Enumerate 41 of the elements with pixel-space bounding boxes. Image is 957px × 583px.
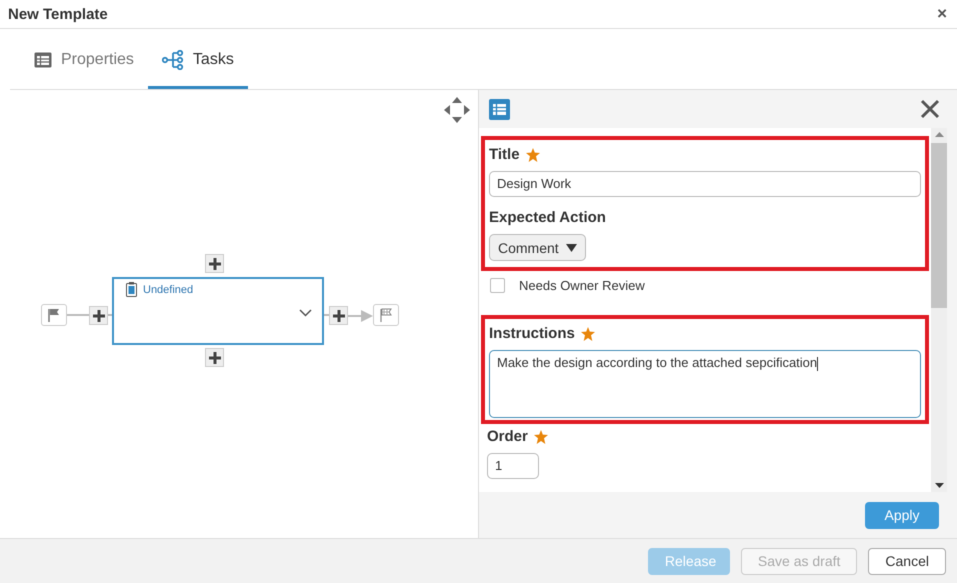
add-button[interactable]: [89, 306, 108, 325]
plus-icon: [208, 258, 220, 270]
task-label: Undefined: [143, 284, 194, 296]
end-node[interactable]: [373, 304, 399, 326]
add-button[interactable]: [205, 254, 224, 273]
task-node[interactable]: Undefined: [112, 277, 324, 345]
field-label: Expected Action: [489, 209, 606, 226]
scrollbar[interactable]: [931, 128, 947, 492]
scroll-up-icon[interactable]: [934, 132, 944, 137]
plus-icon: [92, 310, 104, 322]
start-node[interactable]: [41, 304, 67, 326]
close-icon[interactable]: [920, 99, 940, 119]
field-label: Title: [489, 146, 520, 163]
checkbox-label: Needs Owner Review: [519, 278, 645, 292]
table-icon: [34, 52, 52, 68]
clipboard-icon: [126, 282, 137, 297]
flag-icon: [47, 308, 61, 322]
chevron-down-icon[interactable]: [299, 309, 312, 317]
order-field[interactable]: 1: [487, 453, 539, 479]
checkered-flag-icon: [379, 308, 393, 322]
title-field[interactable]: Design Work: [489, 171, 921, 197]
plus-icon: [332, 310, 344, 322]
scroll-down-icon[interactable]: [934, 483, 944, 488]
hierarchy-icon: [162, 50, 184, 70]
window-title: New Template: [8, 6, 108, 22]
checkbox[interactable]: [490, 278, 505, 292]
instructions-field[interactable]: Make the design according to the attached sepcification: [489, 350, 921, 418]
plus-icon: [208, 352, 220, 364]
footer-button[interactable]: Cancel: [868, 548, 946, 574]
action-dropdown[interactable]: Comment: [489, 234, 586, 261]
pan-icon[interactable]: [443, 96, 471, 124]
field-label: Instructions: [489, 325, 575, 342]
add-button[interactable]: [205, 348, 224, 367]
table-icon: [489, 98, 510, 120]
add-button[interactable]: [329, 306, 348, 325]
tab[interactable]: Tasks: [148, 29, 248, 89]
tab[interactable]: Properties: [20, 29, 148, 89]
close-button[interactable]: ×: [935, 4, 949, 24]
caret-icon: [566, 244, 577, 252]
connector-arrow: [347, 309, 374, 323]
field-label: Order: [487, 428, 528, 445]
